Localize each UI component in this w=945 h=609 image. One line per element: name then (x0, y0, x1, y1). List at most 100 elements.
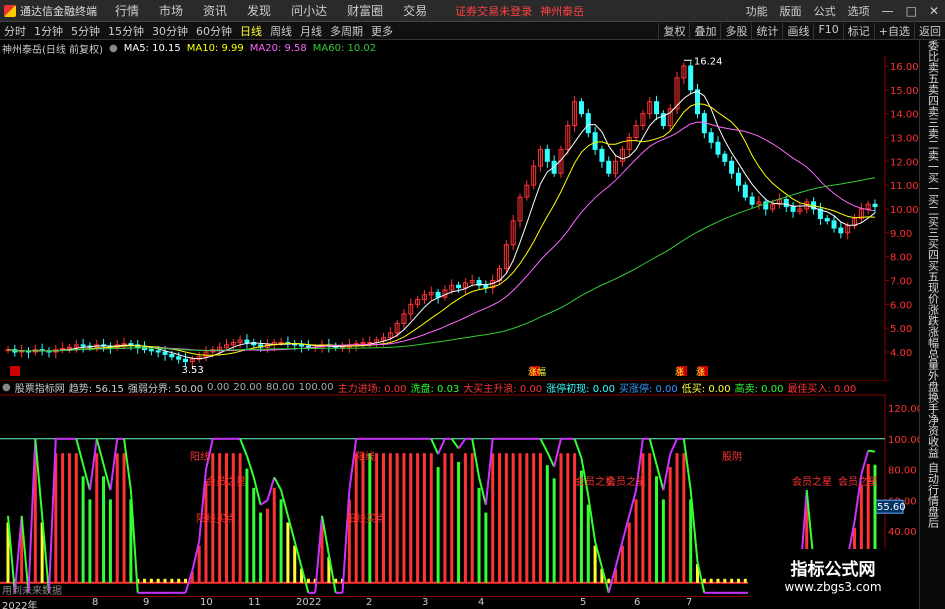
minimize-button[interactable]: — (876, 4, 900, 18)
side-item-mai4[interactable]: 卖四 (927, 84, 940, 106)
ind-bar (682, 453, 686, 583)
side-item-mai3[interactable]: 卖三 (927, 106, 940, 128)
period-multi[interactable]: 多周期 (326, 23, 367, 39)
candle-body (435, 291, 441, 298)
indicator-name[interactable]: 股票指标网 (15, 380, 65, 395)
menu-jiaoyi[interactable]: 交易 (393, 2, 437, 19)
period-60min[interactable]: 60分钟 (192, 23, 236, 39)
ind-bar (286, 522, 290, 583)
tool-zixuan[interactable]: +自选 (873, 22, 914, 39)
side-item-panhou[interactable]: 盘后 (927, 506, 940, 528)
ind-signal-label: 阳线买点 (196, 512, 236, 525)
side-item-waipan[interactable]: 外盘 (927, 370, 940, 392)
indicator-bar: ● 股票指标网 趋势: 56.15 强弱分界: 50.00 0.00 20.00… (0, 380, 890, 395)
menu-gongneng[interactable]: 功能 (740, 3, 774, 19)
maximize-button[interactable]: □ (900, 4, 923, 18)
side-item-buy3[interactable]: 买三 (927, 216, 940, 238)
ind-bar (648, 453, 652, 583)
candle-body (749, 196, 755, 205)
side-item-buy4[interactable]: 买四 (927, 238, 940, 260)
watermark-title: 指标公式网 (790, 559, 876, 580)
ind-bar (566, 453, 570, 583)
ind-signal-label: 股阴 (722, 451, 742, 463)
side-item-mai5[interactable]: 卖五 (927, 62, 940, 84)
candle-body (585, 113, 591, 134)
period-15min[interactable]: 15分钟 (104, 23, 148, 39)
ind-bar (716, 578, 720, 583)
menu-caifuquan[interactable]: 财富圈 (337, 2, 393, 19)
ind-signal-label: 会员之星 (206, 475, 246, 488)
period-fenshi[interactable]: 分时 (0, 23, 30, 39)
side-item-hangqing[interactable]: 行情 (927, 484, 940, 506)
side-item-buy1[interactable]: 买一 (927, 172, 940, 194)
side-item-weibi[interactable]: 委比 (927, 40, 940, 62)
period-5min[interactable]: 5分钟 (67, 23, 104, 39)
ind-bar (177, 578, 181, 583)
tool-huaxian[interactable]: 画线 (782, 22, 813, 39)
period-30min[interactable]: 30分钟 (148, 23, 192, 39)
price-tick-label: 11.00 (890, 181, 919, 192)
time-label: 8 (92, 597, 99, 608)
tool-f10[interactable]: F10 (813, 22, 842, 39)
period-weekly[interactable]: 周线 (266, 23, 296, 39)
ind-bar (149, 578, 153, 583)
ind-bar (436, 467, 440, 583)
candle-body (688, 65, 694, 91)
side-item-zongliang[interactable]: 总量 (927, 348, 940, 370)
indicator-icon[interactable]: ● (2, 382, 11, 393)
high-label: 16.24 (694, 56, 723, 67)
ind-bar (95, 453, 99, 583)
menu-wenxiaoda[interactable]: 问小达 (281, 2, 337, 19)
side-item-jingzi[interactable]: 净资 (927, 414, 940, 436)
time-label: 11 (248, 597, 261, 608)
menu-hangqing[interactable]: 行情 (105, 2, 149, 19)
menu-xuanxiang[interactable]: 选项 (842, 3, 876, 19)
tool-diejia[interactable]: 叠加 (689, 22, 720, 39)
side-item-zidong[interactable]: 自动 (927, 462, 940, 484)
ind-bar (709, 578, 713, 583)
ind-bar (409, 453, 413, 583)
side-item-mai1[interactable]: 卖一 (927, 150, 940, 172)
ind-bar (484, 512, 488, 583)
ind-trend-segment (430, 438, 440, 455)
ma10-line (7, 103, 876, 356)
side-item-xianjia[interactable]: 现价 (927, 282, 940, 304)
candle-body (305, 345, 311, 348)
tool-duogu[interactable]: 多股 (720, 22, 751, 39)
login-notice[interactable]: 证券交易未登录 (455, 3, 532, 19)
ind-bar (143, 578, 147, 583)
ind-dimai: 低买: 0.00 (681, 384, 731, 395)
side-item-zhangdie[interactable]: 涨跌 (927, 304, 940, 326)
ind-bar (743, 578, 747, 583)
menu-shichang[interactable]: 市场 (149, 2, 193, 19)
tool-biaoji[interactable]: 标记 (842, 22, 874, 39)
side-item-mai2[interactable]: 卖二 (927, 128, 940, 150)
side-item-zhangfu[interactable]: 涨幅 (927, 326, 940, 348)
price-tick-label: 16.00 (890, 62, 919, 73)
tool-fanhui[interactable]: 返回 (914, 22, 945, 39)
period-monthly[interactable]: 月线 (296, 23, 326, 39)
side-item-buy2[interactable]: 买二 (927, 194, 940, 216)
menu-gongshi[interactable]: 公式 (808, 3, 842, 19)
menu-faxian[interactable]: 发现 (237, 2, 281, 19)
ind-bar (81, 476, 85, 583)
side-item-huanshou[interactable]: 换手 (927, 392, 940, 414)
tool-tongji[interactable]: 统计 (751, 22, 782, 39)
ind-signal-label: 阳线 (355, 450, 375, 463)
tool-fuquan[interactable]: 复权 (658, 22, 689, 39)
ind-zuijia: 最佳买入: 0.00 (787, 384, 857, 395)
period-1min[interactable]: 1分钟 (30, 23, 67, 39)
ind-xipan: 洗盘: 0.03 (410, 384, 460, 395)
period-daily[interactable]: 日线 (236, 23, 266, 39)
menu-zixun[interactable]: 资讯 (193, 2, 237, 19)
ind-bar (655, 476, 659, 583)
period-more[interactable]: 更多 (367, 23, 397, 39)
candle-body (708, 132, 714, 143)
kline-chart[interactable]: 16.00 15.00 14.00 13.00 12.00 11.00 10.00 9.00 8… (0, 40, 919, 596)
candle-body (695, 89, 701, 115)
close-button[interactable]: ✕ (923, 4, 945, 18)
side-item-buy5[interactable]: 买五 (927, 260, 940, 282)
candle-body (182, 358, 188, 363)
menu-banmian[interactable]: 版面 (774, 3, 808, 19)
side-item-shouyi[interactable]: 收益 (927, 436, 940, 458)
